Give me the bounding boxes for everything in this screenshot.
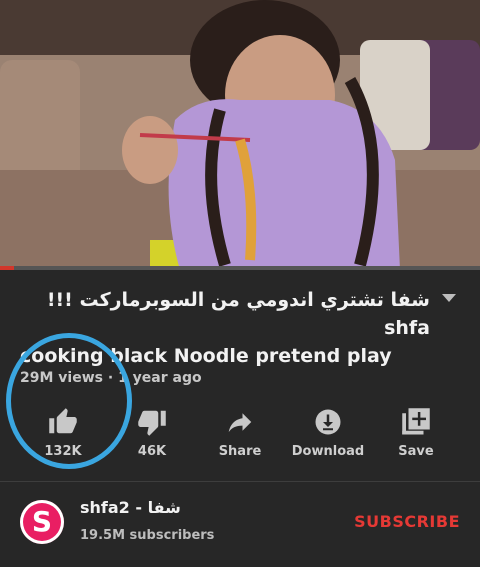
save-label: Save bbox=[398, 444, 434, 459]
video-title-line-2: cooking black Noodle pretend play bbox=[20, 345, 392, 367]
share-icon bbox=[228, 413, 252, 432]
video-progress-bar[interactable] bbox=[0, 266, 480, 270]
video-progress-fill bbox=[0, 266, 15, 270]
view-count: 29M views bbox=[20, 370, 103, 386]
dislike-count: 46K bbox=[137, 444, 167, 459]
thumbs-up-icon bbox=[49, 408, 77, 434]
video-meta: 29M views · 1 year ago bbox=[20, 370, 202, 386]
action-bar: 132K 46K Share Download Save bbox=[0, 400, 480, 470]
save-icon bbox=[402, 408, 430, 435]
section-divider bbox=[0, 481, 480, 482]
subscriber-count: 19.5M subscribers bbox=[80, 528, 215, 543]
video-player[interactable] bbox=[0, 0, 480, 270]
thumbs-down-icon bbox=[138, 410, 166, 436]
video-frame bbox=[0, 0, 480, 270]
download-icon bbox=[315, 409, 341, 435]
expand-description-icon[interactable] bbox=[442, 294, 456, 302]
download-label: Download bbox=[291, 444, 365, 459]
dislike-button[interactable]: 46K bbox=[107, 400, 197, 459]
download-button[interactable]: Download bbox=[283, 400, 373, 459]
channel-name[interactable]: shfa2 - شفا bbox=[80, 498, 181, 517]
share-button[interactable]: Share bbox=[195, 400, 285, 459]
share-label: Share bbox=[218, 444, 262, 459]
meta-separator: · bbox=[107, 370, 114, 386]
channel-row: S shfa2 - شفا 19.5M subscribers SUBSCRIB… bbox=[0, 490, 480, 560]
save-button[interactable]: Save bbox=[371, 400, 461, 459]
like-count: 132K bbox=[44, 444, 82, 459]
channel-avatar[interactable]: S bbox=[20, 500, 64, 544]
upload-age: 1 year ago bbox=[118, 370, 202, 386]
like-button[interactable]: 132K bbox=[18, 400, 108, 459]
video-title-line-1: شفا تشتري اندومي من السوبرماركت !!! shfa bbox=[46, 289, 430, 339]
subscribe-button[interactable]: SUBSCRIBE bbox=[354, 512, 460, 531]
video-title[interactable]: شفا تشتري اندومي من السوبرماركت !!! shfa… bbox=[20, 286, 430, 370]
